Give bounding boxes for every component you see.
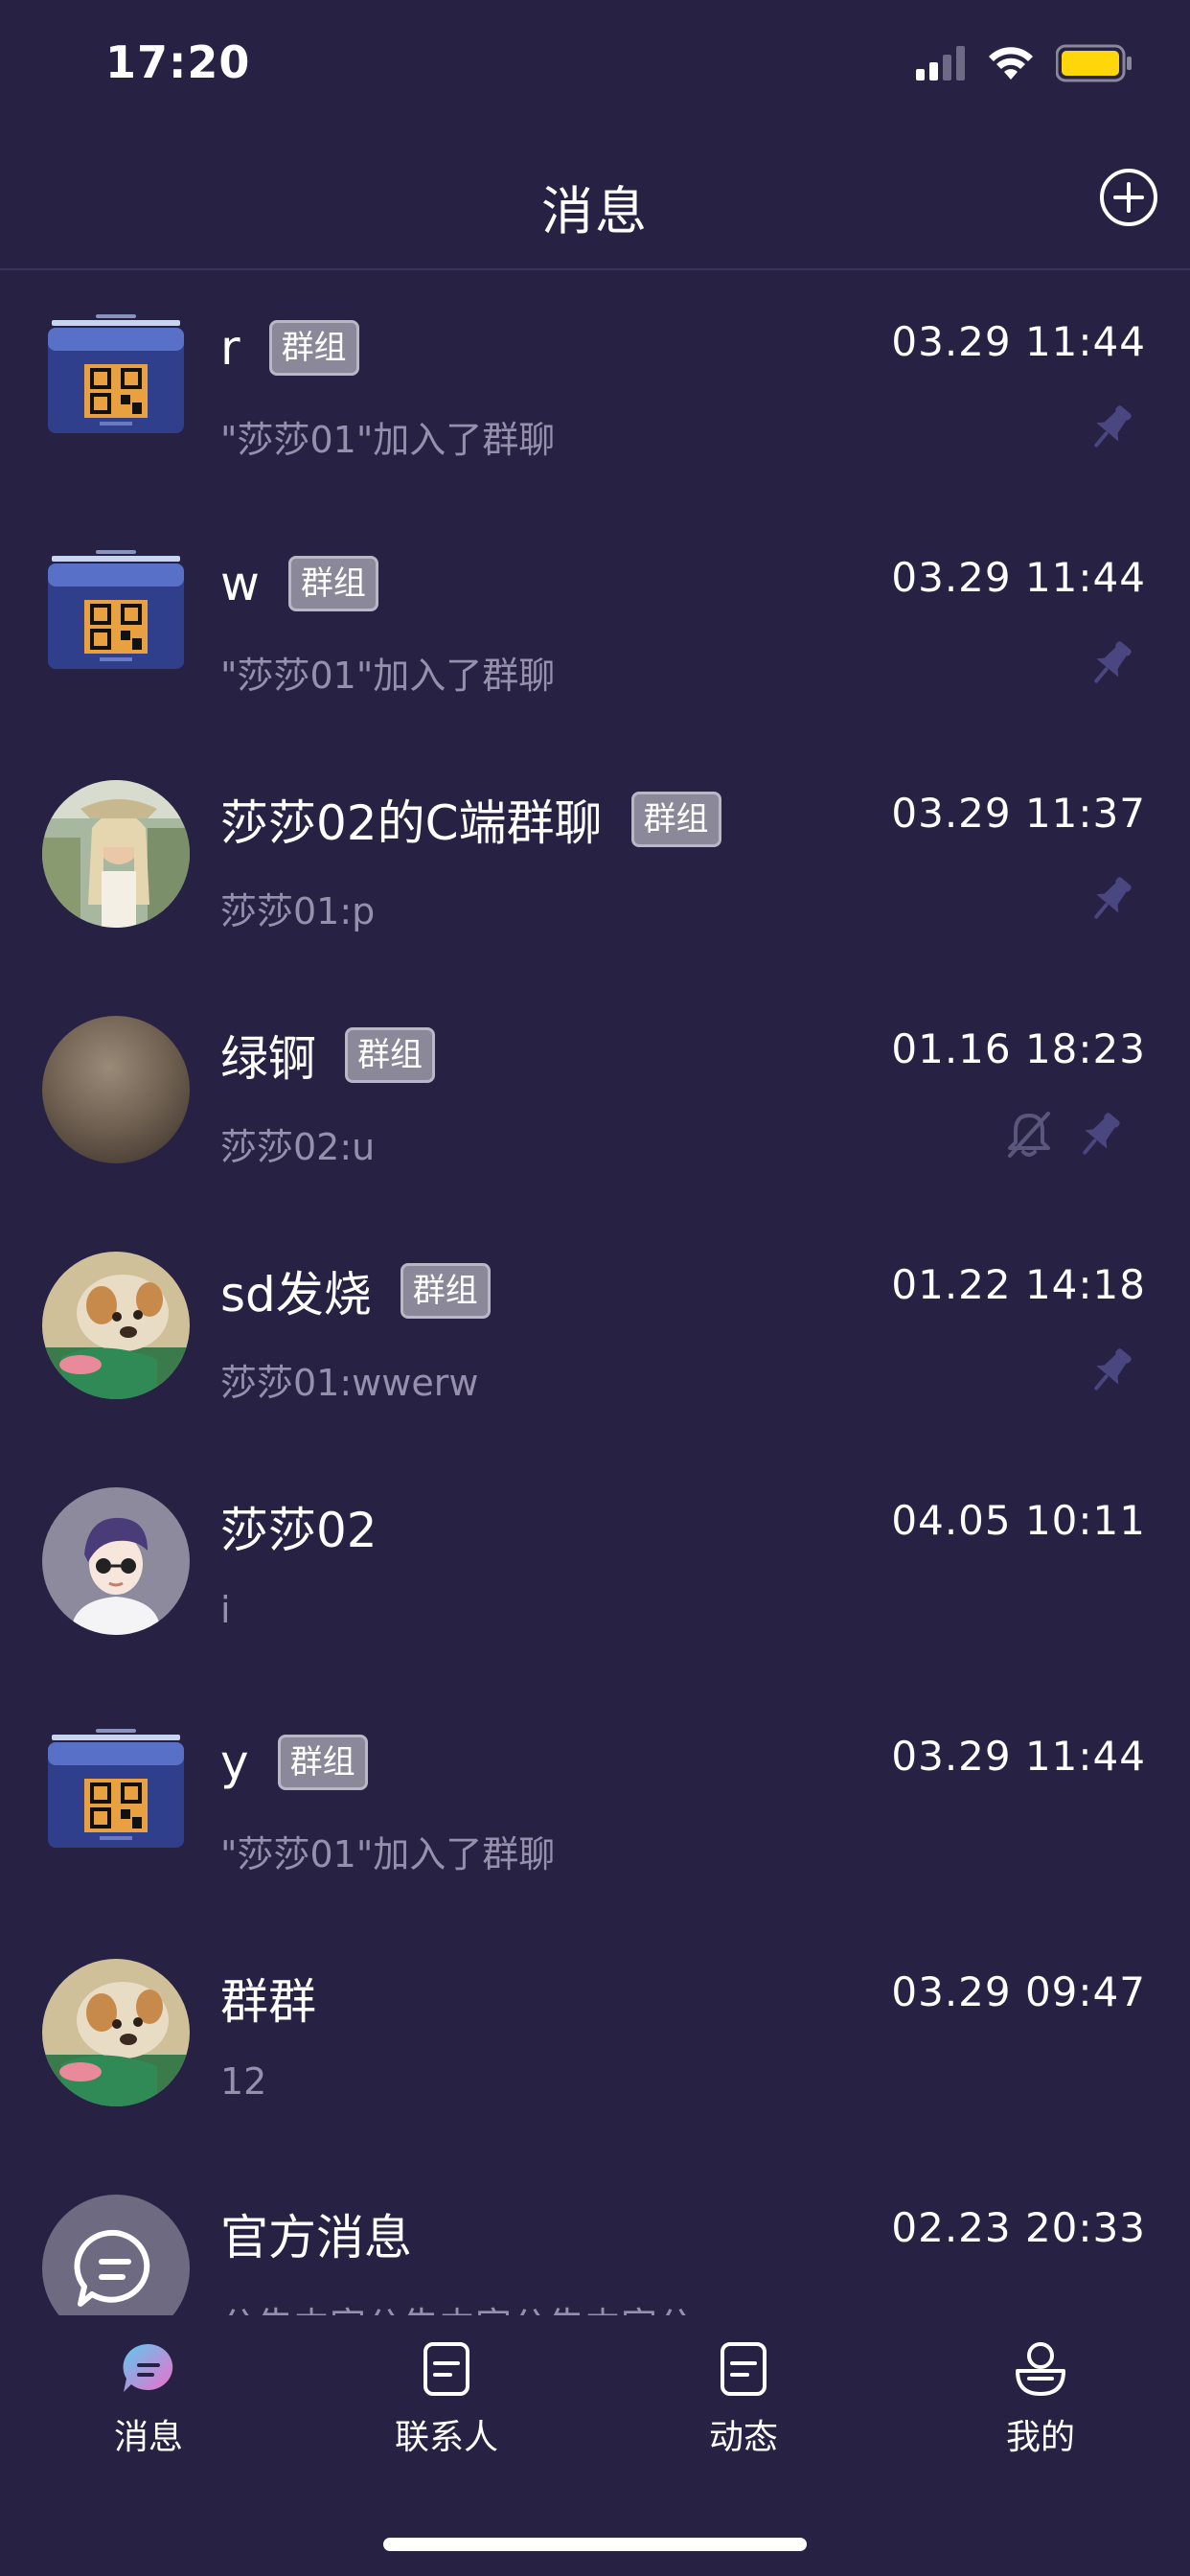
status-icons: [916, 42, 1133, 84]
pin-icon: [1081, 399, 1140, 458]
conversation-row[interactable]: w 群组 03.29 11:44 "莎莎01"加入了群聊: [0, 508, 1190, 744]
conversation-preview: 莎莎01:wwerw: [220, 1362, 479, 1404]
tab-profile[interactable]: 我的: [945, 2338, 1136, 2463]
conversation-preview: 公告内容公告内容公告内容公: [220, 2296, 694, 2315]
conversation-preview: 12: [220, 2060, 267, 2103]
conversation-row[interactable]: r 群组 03.29 11:44 "莎莎01"加入了群聊: [0, 272, 1190, 508]
conversation-time: 01.22 14:18: [891, 1261, 1146, 1308]
conversation-time: 03.29 11:44: [891, 318, 1146, 365]
group-avatar: [42, 1723, 190, 1871]
conversation-title: 莎莎02: [220, 1503, 378, 1558]
profile-icon: [1016, 2342, 1065, 2396]
tab-contacts[interactable]: 联系人: [351, 2338, 542, 2463]
group-avatar: [42, 544, 190, 692]
conversation-title: 莎莎02的C端群聊: [220, 795, 603, 851]
conversation-title: 官方消息: [220, 2210, 412, 2266]
conversation-time: 04.05 10:11: [891, 1497, 1146, 1544]
conversation-preview: 莎莎01:p: [220, 890, 376, 932]
conversation-title: 绿锕: [220, 1031, 316, 1087]
conversation-list[interactable]: r 群组 03.29 11:44 "莎莎01"加入了群聊 w 群组 03.29 …: [0, 272, 1190, 2315]
group-badge: 群组: [287, 556, 378, 611]
official-chat-icon: [42, 2195, 190, 2315]
conversation-title: r: [220, 320, 240, 376]
pin-icon: [1081, 634, 1140, 694]
group-badge: 群组: [268, 320, 359, 376]
moments-icon: [721, 2342, 767, 2396]
tab-label: 动态: [708, 2418, 778, 2457]
pin-icon: [1081, 870, 1140, 930]
conversation-title: y: [220, 1735, 249, 1790]
group-badge: 群组: [345, 1027, 435, 1083]
signal-icon: [916, 46, 965, 80]
conversation-time: 03.29 09:47: [891, 1968, 1146, 2015]
group-avatar: [42, 1252, 190, 1399]
conversation-time: 03.29 11:44: [891, 1733, 1146, 1780]
tab-label: 联系人: [394, 2418, 498, 2457]
group-badge: 群组: [277, 1735, 368, 1790]
conversation-preview: 莎莎02:u: [220, 1126, 376, 1168]
user-avatar: [42, 1487, 190, 1635]
conversation-row[interactable]: 群群 03.29 09:47 12: [0, 1922, 1190, 2158]
user-avatar: [42, 1959, 190, 2106]
nav-bar: 消息: [0, 134, 1190, 270]
pin-icon: [1069, 1106, 1129, 1165]
conversation-row[interactable]: 莎莎02 04.05 10:11 i: [0, 1451, 1190, 1687]
plus-circle-icon[interactable]: [1098, 167, 1159, 228]
conversation-row[interactable]: y 群组 03.29 11:44 "莎莎01"加入了群聊: [0, 1687, 1190, 1922]
contacts-icon: [423, 2342, 469, 2396]
conversation-title: w: [220, 556, 260, 611]
conversation-row[interactable]: sd发烧 群组 01.22 14:18 莎莎01:wwerw: [0, 1215, 1190, 1451]
conversation-preview: "莎莎01"加入了群聊: [220, 419, 556, 461]
status-bar: 17:20: [0, 0, 1190, 134]
conversation-row[interactable]: 莎莎02的C端群聊 群组 03.29 11:37 莎莎01:p: [0, 744, 1190, 979]
tab-messages[interactable]: 消息: [53, 2338, 244, 2463]
conversation-preview: i: [220, 1589, 231, 1631]
group-avatar: [42, 1016, 190, 1163]
conversation-row[interactable]: 绿锕 群组 01.16 18:23 莎莎02:u: [0, 979, 1190, 1215]
page-title: 消息: [541, 181, 649, 242]
message-icon: [123, 2343, 173, 2392]
conversation-row[interactable]: 官方消息 02.23 20:33 公告内容公告内容公告内容公: [0, 2158, 1190, 2315]
tab-label: 我的: [1005, 2418, 1075, 2457]
tab-moments[interactable]: 动态: [648, 2338, 839, 2463]
conversation-preview: "莎莎01"加入了群聊: [220, 655, 556, 697]
conversation-preview: "莎莎01"加入了群聊: [220, 1833, 556, 1875]
wifi-icon: [989, 47, 1033, 80]
tab-label: 消息: [113, 2418, 183, 2457]
home-indicator[interactable]: [383, 2538, 807, 2551]
conversation-title: 群群: [220, 1974, 316, 2030]
status-time: 17:20: [105, 36, 251, 88]
conversation-time: 02.23 20:33: [891, 2204, 1146, 2251]
mute-bell-icon: [1002, 1108, 1056, 1162]
conversation-title: sd发烧: [220, 1267, 372, 1322]
battery-icon: [1056, 44, 1132, 82]
group-avatar: [42, 780, 190, 928]
group-badge: 群组: [400, 1263, 491, 1319]
conversation-time: 01.16 18:23: [891, 1025, 1146, 1072]
conversation-time: 03.29 11:37: [891, 790, 1146, 837]
group-avatar: [42, 309, 190, 456]
group-badge: 群组: [630, 792, 721, 847]
pin-icon: [1081, 1342, 1140, 1401]
conversation-time: 03.29 11:44: [891, 554, 1146, 601]
